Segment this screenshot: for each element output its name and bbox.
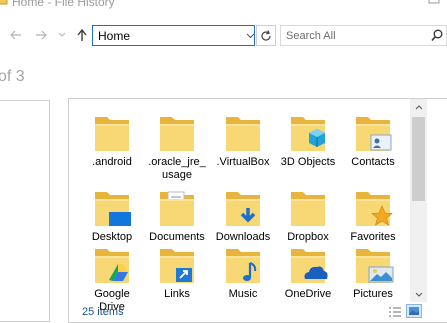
folder-favorites-icon <box>356 192 393 226</box>
folder-icon <box>160 117 194 151</box>
folder-icon <box>95 117 129 151</box>
folder-item[interactable]: Links <box>145 243 209 301</box>
folder-label: Contacts <box>351 156 395 168</box>
arrow-right-icon <box>36 30 47 40</box>
search-box[interactable]: Search All <box>280 25 447 46</box>
folder-item[interactable]: Pictures <box>341 243 405 301</box>
folder-item[interactable]: Music <box>211 243 275 301</box>
chevron-down-icon <box>415 292 422 297</box>
folder-item[interactable]: Google Drive <box>80 243 144 314</box>
item-count: 25 items <box>82 306 124 318</box>
scroll-thumb[interactable] <box>412 117 425 201</box>
folder-item[interactable]: .oracle_jre_ usage <box>145 111 209 182</box>
folder-item[interactable]: .VirtualBox <box>211 111 275 169</box>
left-pane <box>0 100 50 322</box>
folder-pictures-icon <box>356 249 394 283</box>
folder-desktop-icon <box>95 192 131 226</box>
chevron-down-icon <box>58 32 66 37</box>
folder-item[interactable]: Dropbox <box>276 186 340 244</box>
folder-item[interactable]: OneDrive <box>276 243 340 301</box>
folder-label: .android <box>92 156 132 168</box>
folder-item[interactable]: Desktop <box>80 186 144 244</box>
address-text: Home <box>98 29 131 43</box>
scroll-down-button[interactable] <box>410 286 427 302</box>
folder-onedrive-icon <box>291 249 328 283</box>
search-icon <box>431 29 443 41</box>
scroll-up-button[interactable] <box>410 99 427 116</box>
details-view-icon[interactable] <box>388 306 402 318</box>
folder-3d-icon <box>291 117 325 151</box>
folder-documents-icon <box>160 191 194 226</box>
folder-item[interactable]: 3D Objects <box>276 111 340 169</box>
folder-contacts-icon <box>356 117 392 151</box>
page-indicator: of 3 <box>0 68 25 85</box>
arrow-up-icon <box>77 28 87 41</box>
folder-icon <box>226 117 260 151</box>
arrow-left-icon <box>10 30 21 40</box>
back-button[interactable] <box>8 22 24 48</box>
folder-item[interactable]: Contacts <box>341 111 405 169</box>
recent-locations-button[interactable] <box>56 22 68 48</box>
folder-gdrive-icon <box>95 249 129 283</box>
up-button[interactable] <box>74 22 90 48</box>
search-placeholder: Search All <box>286 30 336 42</box>
refresh-button[interactable] <box>256 25 276 46</box>
minimize-icon[interactable] <box>394 0 408 5</box>
maximize-icon[interactable] <box>427 0 441 5</box>
folder-item[interactable]: Favorites <box>341 186 405 244</box>
folder-label: .VirtualBox <box>216 156 270 168</box>
folder-item[interactable]: Documents <box>145 186 209 244</box>
large-icons-view-icon <box>409 307 419 315</box>
folder-downloads-icon <box>226 192 260 226</box>
folder-label: .oracle_jre_ usage <box>148 156 206 181</box>
folder-label: OneDrive <box>284 288 332 300</box>
title-bar: Home - File History <box>0 0 447 14</box>
forward-button[interactable] <box>33 22 49 48</box>
folder-item[interactable]: .android <box>80 111 144 169</box>
folder-links-icon <box>160 249 194 283</box>
chevron-down-icon <box>246 33 255 38</box>
folder-label: Music <box>228 288 258 300</box>
folder-icon <box>291 192 325 226</box>
window-title: Home - File History <box>12 0 115 9</box>
folder-music-icon <box>226 249 260 283</box>
file-history-icon <box>0 0 8 5</box>
folder-label: 3D Objects <box>280 156 336 168</box>
chevron-up-icon <box>415 105 422 110</box>
folder-label: Pictures <box>353 288 393 300</box>
large-icons-view-button[interactable] <box>406 304 422 318</box>
refresh-icon <box>261 29 271 41</box>
folder-item[interactable]: Downloads <box>211 186 275 244</box>
address-bar[interactable]: Home <box>92 25 255 46</box>
folder-label: Links <box>164 288 190 300</box>
